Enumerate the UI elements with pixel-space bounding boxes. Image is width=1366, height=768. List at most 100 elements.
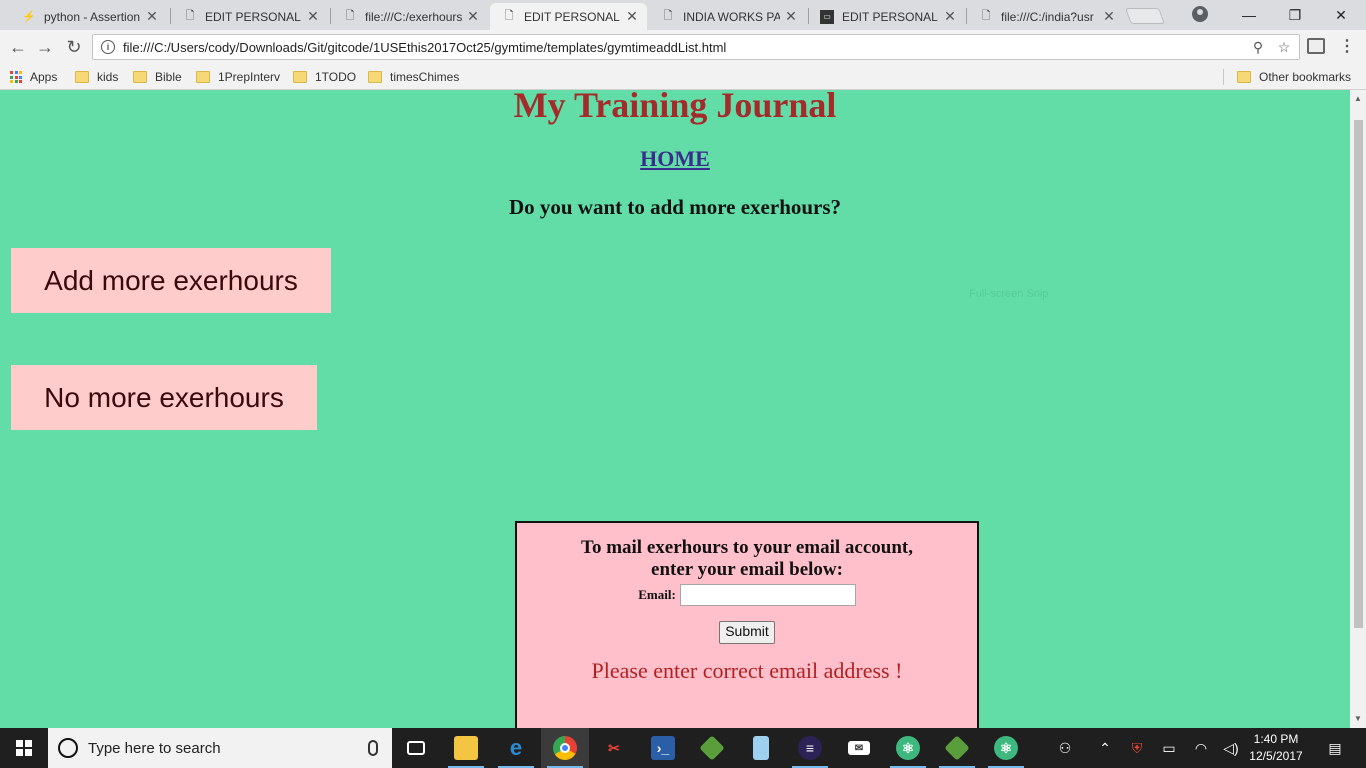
close-icon[interactable]: ✕ (1102, 8, 1116, 25)
git-gui-icon[interactable] (933, 728, 981, 768)
volume-icon[interactable]: ◁) (1220, 728, 1242, 768)
security-shield-icon[interactable]: ⛨ (1126, 728, 1148, 768)
email-label: Email: (638, 587, 676, 602)
folder-icon (133, 71, 147, 83)
folder-icon (293, 71, 307, 83)
start-button[interactable] (0, 728, 48, 768)
page-title: My Training Journal (513, 90, 837, 125)
snip-overlay-text: Full-screen Snip (969, 288, 1049, 300)
close-icon[interactable]: ✕ (306, 8, 320, 25)
reload-icon[interactable]: ↻ (62, 36, 86, 58)
cortana-icon (58, 738, 78, 758)
tab-edit-personal-2[interactable]: ▭ EDIT PERSONAL T ✕ (808, 3, 965, 30)
close-icon[interactable]: ✕ (943, 8, 957, 25)
tab-python-assertion[interactable]: ⚡ python - Assertion ✕ (10, 3, 167, 30)
taskbar-clock[interactable]: 1:40 PM 12/5/2017 (1244, 731, 1308, 765)
forward-arrow-icon[interactable]: → (33, 36, 57, 58)
notifications-icon[interactable]: ▤ (1322, 728, 1348, 768)
menu-icon[interactable]: ⋮ (1338, 38, 1356, 56)
home-link[interactable]: HOME (640, 146, 710, 171)
powershell-icon[interactable]: ›_ (639, 728, 687, 768)
scroll-down-arrow-icon[interactable]: ▼ (1350, 712, 1366, 726)
bookmark-timeschimes[interactable]: timesChimes (368, 68, 459, 86)
submit-button[interactable]: Submit (719, 621, 775, 644)
chevron-up-icon[interactable]: ⌃ (1094, 728, 1116, 768)
email-field[interactable] (679, 584, 856, 606)
search-placeholder[interactable]: Type here to search (88, 740, 368, 757)
snipping-tool-icon[interactable]: ✂ (590, 728, 638, 768)
folder-icon (368, 71, 382, 83)
scroll-up-arrow-icon[interactable]: ▲ (1350, 92, 1366, 106)
extension-icon[interactable] (1307, 38, 1325, 54)
chrome-icon[interactable] (541, 728, 589, 768)
close-window-button[interactable]: ✕ (1318, 0, 1364, 30)
bookmarks-bar: Apps kids Bible 1PrepInterv 1TODO timesC… (0, 64, 1366, 90)
tab-strip: ⚡ python - Assertion ✕ 🗋 EDIT PERSONAL T… (0, 0, 1366, 30)
add-more-exerhours-button[interactable]: Add more exerhours (11, 248, 331, 313)
home-link-row: HOME (0, 146, 1350, 172)
info-icon[interactable]: i (101, 40, 115, 54)
email-row: Email: (517, 584, 977, 606)
scrollbar-thumb[interactable] (1354, 120, 1363, 628)
windows-taskbar: Type here to search e ✂ ›_ ≡ ✉ ⚛ ⚛ ⚇ ⌃ ⛨… (0, 728, 1366, 768)
bookmark-label: timesChimes (390, 70, 460, 84)
tab-edit-personal-1[interactable]: 🗋 EDIT PERSONAL T ✕ (171, 3, 328, 30)
bookmark-1todo[interactable]: 1TODO (293, 68, 356, 86)
edge-icon[interactable]: e (492, 728, 540, 768)
mail-icon[interactable]: ✉ (835, 728, 883, 768)
zoom-icon[interactable]: ⚲ (1247, 39, 1269, 56)
page-viewport: My Training Journal HOME Do you want to … (0, 90, 1350, 728)
close-icon[interactable]: ✕ (145, 8, 159, 25)
new-tab-button[interactable] (1125, 8, 1165, 24)
mail-form: To mail exerhours to your email account,… (515, 521, 979, 728)
tab-edit-personal-active[interactable]: 🗋 EDIT PERSONAL T ✕ (490, 3, 647, 30)
email-error-message: Please enter correct email address ! (591, 658, 903, 683)
notepad-icon[interactable] (737, 728, 785, 768)
minimize-button[interactable]: — (1226, 0, 1272, 30)
mail-heading: To mail exerhours to your email account,… (517, 537, 977, 581)
folder-icon (196, 71, 210, 83)
bookmark-apps[interactable]: Apps (10, 68, 57, 86)
no-more-exerhours-button[interactable]: No more exerhours (11, 365, 317, 430)
microphone-icon[interactable] (368, 740, 378, 756)
bookmark-label: 1PrepInterv (218, 70, 281, 84)
page-icon: 🗋 (185, 10, 195, 22)
task-view-icon[interactable] (392, 728, 440, 768)
file-explorer-icon[interactable] (442, 728, 490, 768)
page-scrollbar[interactable]: ▲ ▼ (1350, 90, 1366, 728)
atom-icon[interactable]: ⚛ (884, 728, 932, 768)
page-icon: 🗋 (345, 10, 355, 22)
clock-time: 1:40 PM (1253, 732, 1299, 746)
atom-icon-2[interactable]: ⚛ (982, 728, 1030, 768)
tab-file-exerhours[interactable]: 🗋 file:///C:/exerhours ✕ (331, 3, 488, 30)
address-bar[interactable]: i file:///C:/Users/cody/Downloads/Git/gi… (92, 34, 1300, 60)
close-icon[interactable]: ✕ (466, 8, 480, 25)
tab-india-works[interactable]: 🗋 INDIA WORKS PAC ✕ (649, 3, 806, 30)
url-text[interactable]: file:///C:/Users/cody/Downloads/Git/gitc… (123, 40, 1247, 55)
page-icon: 🗋 (504, 10, 514, 22)
profile-icon[interactable] (1192, 6, 1208, 22)
bookmark-bible[interactable]: Bible (133, 68, 182, 86)
bookmark-1prepinterv[interactable]: 1PrepInterv (196, 68, 280, 86)
close-icon[interactable]: ✕ (784, 8, 798, 25)
battery-icon[interactable]: ▭ (1158, 728, 1180, 768)
bookmark-kids[interactable]: kids (75, 68, 118, 86)
git-icon[interactable] (688, 728, 736, 768)
page-icon: 🗋 (981, 10, 991, 22)
back-arrow-icon[interactable]: ← (6, 36, 30, 58)
windows-logo-icon (16, 740, 32, 756)
folder-icon (1237, 71, 1251, 83)
bookmark-star-icon[interactable]: ☆ (1273, 39, 1295, 56)
restore-button[interactable]: ❐ (1272, 0, 1318, 30)
tab-title: EDIT PERSONAL T (842, 9, 939, 24)
people-icon[interactable]: ⚇ (1052, 728, 1078, 768)
wifi-icon[interactable]: ◠ (1190, 728, 1212, 768)
bookmarks-divider (1223, 69, 1224, 85)
tab-file-india[interactable]: 🗋 file:///C:/india?usr ✕ (967, 3, 1124, 30)
eclipse-icon[interactable]: ≡ (786, 728, 834, 768)
bookmark-other[interactable]: Other bookmarks (1237, 68, 1351, 86)
tab-title: file:///C:/exerhours (365, 9, 462, 24)
close-icon[interactable]: ✕ (625, 8, 639, 25)
taskbar-search[interactable]: Type here to search (48, 728, 392, 768)
bookmark-label: kids (97, 70, 119, 84)
